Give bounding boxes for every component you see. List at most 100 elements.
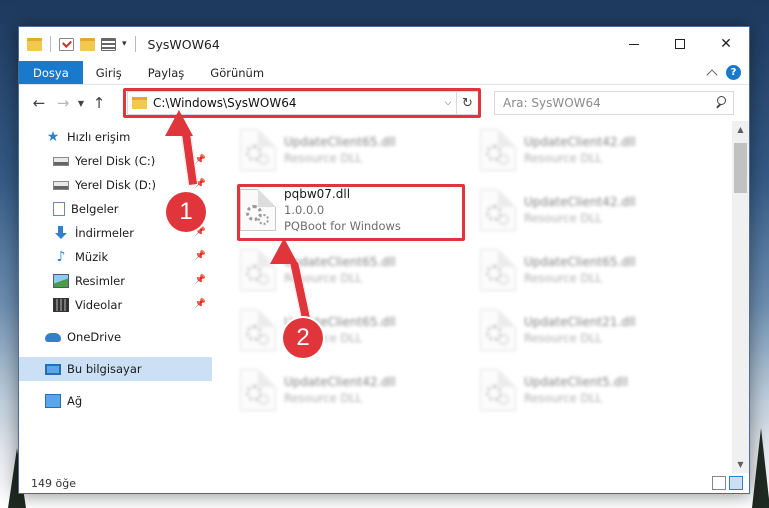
file-name: UpdateClient65.dll [284, 135, 396, 149]
expand-ribbon-chevron-icon[interactable] [706, 68, 718, 81]
list-item[interactable]: UpdateClient65.dll Resource DLL [234, 245, 459, 295]
drive-icon [53, 180, 69, 190]
file-description: Resource DLL [524, 211, 603, 225]
sidebar-item-label: Hızlı erişim [67, 130, 131, 144]
quick-access-toolbar: ▾ [27, 36, 138, 52]
background-tree [752, 428, 769, 508]
cloud-icon [45, 332, 61, 342]
step-2-badge: 2 [283, 318, 323, 358]
file-name: UpdateClient65.dll [524, 255, 636, 269]
recent-locations-chevron-icon[interactable]: ▼ [75, 99, 87, 108]
list-item[interactable]: UpdateClient21.dll Resource DLL [474, 305, 699, 355]
sidebar-item-onedrive[interactable]: OneDrive [19, 325, 212, 349]
sidebar-item-music[interactable]: ♪ Müzik 📌 [19, 245, 212, 269]
address-row: ← → ▼ ↑ C:\Windows\SysWOW64 ⌵ ↻ Ara: Sys… [19, 85, 749, 121]
file-name: UpdateClient65.dll [284, 255, 396, 269]
list-item[interactable]: UpdateClient65.dll Resource DLL [474, 245, 699, 295]
sidebar-item-label: Ağ [67, 394, 83, 408]
window-controls: ✕ [611, 27, 749, 61]
list-item[interactable]: UpdateClient42.dll Resource DLL [474, 125, 699, 175]
list-item[interactable]: UpdateClient42.dll Resource DLL [474, 185, 699, 235]
properties-icon[interactable] [101, 37, 116, 51]
toolbar-divider [50, 36, 51, 52]
item-count: 149 öğe [31, 476, 76, 490]
tab-view[interactable]: Görünüm [197, 61, 277, 84]
search-box[interactable]: Ara: SysWOW64 [494, 91, 734, 115]
forward-arrow-icon[interactable]: → [51, 94, 75, 112]
computer-icon [45, 363, 61, 375]
videos-icon [53, 298, 69, 312]
maximize-button[interactable] [657, 27, 703, 61]
dll-file-icon [480, 129, 516, 171]
dll-file-icon [480, 309, 516, 351]
file-description: Resource DLL [524, 271, 603, 285]
minimize-icon [629, 43, 639, 45]
scroll-up-icon[interactable]: ▲ [732, 121, 749, 138]
file-highlight-box [237, 184, 465, 241]
minimize-button[interactable] [611, 27, 657, 61]
ribbon-tabs: Dosya Giriş Paylaş Görünüm ? [19, 61, 749, 85]
sidebar-item-label: Yerel Disk (D:) [75, 178, 157, 192]
dll-file-icon [480, 189, 516, 231]
sidebar-item-label: Yerel Disk (C:) [75, 154, 156, 168]
dll-file-icon [240, 129, 276, 171]
tab-file[interactable]: Dosya [19, 61, 83, 84]
scroll-down-icon[interactable]: ▼ [732, 456, 749, 473]
dll-file-icon [240, 309, 276, 351]
file-name: UpdateClient42.dll [284, 375, 396, 389]
pin-icon[interactable]: 📌 [195, 299, 206, 309]
sidebar-item-this-pc[interactable]: Bu bilgisayar [19, 357, 212, 381]
documents-icon [53, 202, 65, 216]
file-name: UpdateClient21.dll [524, 315, 636, 329]
close-icon: ✕ [720, 36, 732, 52]
list-item[interactable]: UpdateClient42.dll Resource DLL [234, 365, 459, 415]
sidebar-item-network[interactable]: Ağ [19, 389, 212, 413]
network-icon [45, 394, 61, 408]
pin-icon[interactable]: 📌 [195, 155, 206, 165]
file-list: UpdateClient65.dll Resource DLL pqbw07.dl… [212, 121, 749, 473]
title-bar: ▾ SysWOW64 ✕ [19, 27, 749, 61]
tab-home[interactable]: Giriş [83, 61, 135, 84]
sidebar-item-pictures[interactable]: Resimler 📌 [19, 269, 212, 293]
close-button[interactable]: ✕ [703, 27, 749, 61]
file-description: Resource DLL [524, 391, 603, 405]
window-title: SysWOW64 [147, 36, 220, 52]
folder-icon[interactable] [27, 37, 42, 51]
list-item[interactable]: UpdateClient65.dll Resource DLL [234, 125, 459, 175]
dll-file-icon [240, 369, 276, 411]
downloads-icon [53, 226, 69, 240]
toolbar-divider [134, 36, 136, 52]
explorer-window: ▾ SysWOW64 ✕ Dosya Giriş Paylaş Görünüm … [18, 26, 750, 494]
sidebar-item-videos[interactable]: Videolar 📌 [19, 293, 212, 317]
back-arrow-icon[interactable]: ← [27, 94, 51, 112]
search-icon[interactable] [711, 92, 733, 114]
tiles-view-icon[interactable] [729, 476, 743, 490]
customize-toolbar-dropdown-icon[interactable]: ▾ [122, 39, 127, 49]
details-view-icon[interactable] [712, 476, 726, 490]
pin-icon[interactable]: 📌 [195, 251, 206, 261]
navigation-pane: ★ Hızlı erişim Yerel Disk (C:) 📌 Yerel D… [19, 121, 212, 473]
list-item[interactable]: UpdateClient5.dll Resource DLL [474, 365, 699, 415]
dll-file-icon [480, 369, 516, 411]
properties-check-icon[interactable] [59, 37, 74, 51]
pin-icon[interactable]: 📌 [195, 275, 206, 285]
up-arrow-icon[interactable]: ↑ [87, 94, 111, 112]
help-icon[interactable]: ? [726, 65, 741, 80]
sidebar-item-label: Resimler [75, 274, 125, 288]
scroll-thumb[interactable] [734, 143, 747, 193]
maximize-icon [675, 39, 685, 49]
sidebar-item-label: İndirmeler [75, 226, 134, 240]
drive-icon [53, 156, 69, 166]
new-folder-icon[interactable] [80, 37, 95, 51]
search-input[interactable]: Ara: SysWOW64 [503, 96, 711, 110]
tab-share[interactable]: Paylaş [135, 61, 198, 84]
list-item[interactable]: UpdateClient65.dll Resource DLL [234, 305, 459, 355]
sidebar-item-label: Belgeler [71, 202, 119, 216]
sidebar-item-label: Müzik [75, 250, 109, 264]
vertical-scrollbar[interactable]: ▲ ▼ [732, 121, 749, 473]
content-area: ★ Hızlı erişim Yerel Disk (C:) 📌 Yerel D… [19, 121, 749, 473]
music-icon: ♪ [56, 249, 66, 265]
